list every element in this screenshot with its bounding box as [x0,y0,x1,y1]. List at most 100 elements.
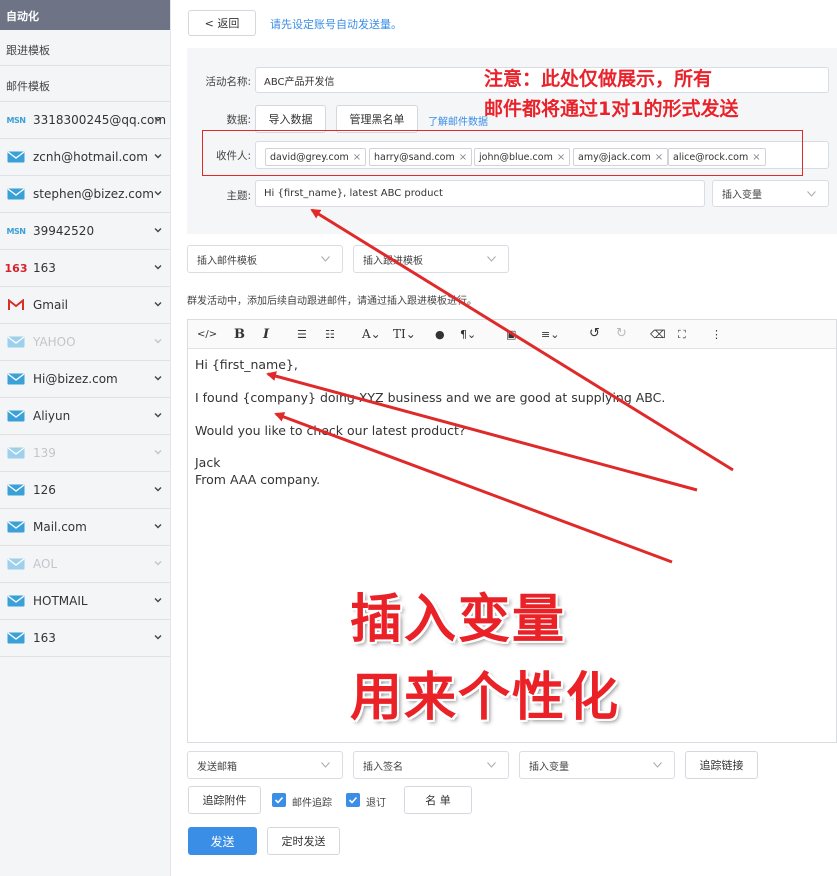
send-button[interactable]: 发送 [188,827,257,855]
sidebar-item-followup-template[interactable]: 跟进模板 [0,30,170,66]
chevron-down-icon[interactable] [154,374,162,382]
subject-input[interactable]: Hi {first_name}, latest ABC product [255,180,705,207]
undo-icon[interactable]: ↺ [589,326,600,341]
sidebar-account-list: MSN 3318300245@qq.com zcnh@hotmail.com step… [0,102,170,657]
account-icon-wrap [6,631,26,645]
unordered-list-icon[interactable]: ☰ [297,328,307,341]
eraser-icon[interactable]: ⌫ [650,328,666,341]
envelope-icon [7,521,25,533]
track-attachment-button[interactable]: 追踪附件 [188,786,261,814]
sidebar-account-item[interactable]: MSN 39942520 [0,213,170,250]
sidebar-account-item[interactable]: YAHOO [0,324,170,361]
sidebar-account-item[interactable]: 163 [0,620,170,657]
editor-line-intro: I found {company} doing XYZ business and… [195,390,666,405]
sidebar-account-item[interactable]: stephen@bizez.com [0,176,170,213]
chevron-down-icon[interactable] [154,633,162,641]
chevron-down-icon[interactable] [154,300,162,308]
sidebar-account-label: HOTMAIL [33,594,88,608]
ordered-list-icon[interactable]: ☷ [325,328,335,341]
sidebar-account-item[interactable]: MSN 3318300245@qq.com [0,102,170,139]
sidebar-account-item[interactable]: Aliyun [0,398,170,435]
main-content: < 返回 请先设定账号自动发送量。 活动名称: ABC产品开发信 数据: 导入数… [171,0,837,876]
sidebar-account-item[interactable]: AOL [0,546,170,583]
fullscreen-icon[interactable]: ⛶ [678,328,686,342]
chevron-down-icon [807,190,816,197]
back-button[interactable]: < 返回 [188,10,256,36]
sidebar-account-item[interactable]: Hi@bizez.com [0,361,170,398]
sidebar-account-item[interactable]: 163 163 [0,250,170,287]
msn-icon: MSN [6,226,26,236]
annotation-note-line1: 注意：此处仅做展示，所有 [484,68,713,90]
list-button[interactable]: 名 单 [404,786,472,814]
envelope-icon [7,188,25,200]
mail-tracking-checkbox[interactable] [272,793,286,807]
schedule-send-button[interactable]: 定时发送 [267,827,340,855]
chevron-down-icon[interactable] [154,559,162,567]
app-root: 自动化 跟进模板 邮件模板 MSN 3318300245@qq.com zcnh@h… [0,0,837,876]
sidebar-account-item[interactable]: Mail.com [0,509,170,546]
mail-editor[interactable]: </> B I ☰ ☷ A⌄ TI⌄ ● ¶⌄ ▣ ≡⌄ ↺ ↻ ⌫ ⛶ ⋮ H… [187,319,837,743]
image-icon[interactable]: ▣ [506,328,516,341]
sidebar-account-label: 163 [33,631,56,645]
account-icon-wrap [6,520,26,534]
redo-icon[interactable]: ↻ [616,326,627,341]
envelope-icon [7,410,25,422]
sidebar-header[interactable]: 自动化 [0,0,170,30]
overlay-insert-variable-text: 插入变量 [350,590,567,650]
sidebar-account-label: AOL [33,557,58,571]
followup-hint-text: 群发活动中，添加后续自动跟进邮件，请通过插入跟进模板进行。 [187,296,477,307]
sidebar-account-label: zcnh@hotmail.com [33,150,148,164]
footer-insert-variable-select[interactable]: 插入变量 [519,751,675,779]
sidebar-account-item[interactable]: zcnh@hotmail.com [0,139,170,176]
manage-blacklist-button[interactable]: 管理黑名单 [336,105,418,133]
insert-mail-template-select[interactable]: 插入邮件模板 [187,245,343,273]
editor-line-signature-name: Jack [195,455,221,470]
chevron-down-icon[interactable] [154,337,162,345]
sidebar-item-mail-template[interactable]: 邮件模板 [0,66,170,102]
sidebar-account-item[interactable]: 126 [0,472,170,509]
import-data-button[interactable]: 导入数据 [255,105,326,133]
bold-icon[interactable]: B [234,327,245,342]
insert-signature-select[interactable]: 插入签名 [353,751,509,779]
sidebar-account-item[interactable]: Gmail [0,287,170,324]
envelope-icon [7,484,25,496]
chevron-down-icon [487,256,496,262]
chevron-down-icon[interactable] [154,189,162,197]
text-style-icon[interactable]: TI⌄ [393,327,416,341]
code-view-icon[interactable]: </> [197,329,217,340]
chevron-down-icon[interactable] [154,263,162,271]
envelope-icon [7,558,25,570]
insert-followup-template-select[interactable]: 插入跟进模板 [353,245,509,273]
chevron-down-icon[interactable] [154,596,162,604]
chevron-down-icon[interactable] [154,226,162,234]
envelope-icon [7,336,25,348]
chevron-down-icon[interactable] [154,411,162,419]
account-icon-wrap: MSN [6,113,26,127]
subject-label: 主题: [226,190,251,202]
chevron-down-icon[interactable] [154,485,162,493]
envelope-icon [7,632,25,644]
send-mailbox-select[interactable]: 发送邮箱 [187,751,343,779]
chevron-down-icon[interactable] [154,152,162,160]
color-drop-icon[interactable]: ● [435,328,445,341]
chevron-down-icon [653,762,662,768]
subject-insert-variable-select[interactable]: 插入变量 [712,180,829,207]
align-icon[interactable]: ≡⌄ [541,328,559,341]
notice-link[interactable]: 请先设定账号自动发送量。 [270,16,402,32]
chevron-down-icon[interactable] [154,115,162,123]
chevron-down-icon[interactable] [154,448,162,456]
chevron-down-icon[interactable] [154,522,162,530]
account-icon-wrap [6,483,26,497]
paragraph-icon[interactable]: ¶⌄ [460,328,476,341]
sidebar-account-label: 39942520 [33,224,95,238]
chevron-down-icon [487,762,496,768]
track-link-button[interactable]: 追踪链接 [685,751,758,779]
more-icon[interactable]: ⋮ [711,328,722,341]
unsubscribe-checkbox[interactable] [346,793,360,807]
sidebar-account-label: 3318300245@qq.com [33,113,167,127]
italic-icon[interactable]: I [263,327,269,342]
font-size-icon[interactable]: A⌄ [362,327,381,341]
sidebar-account-item[interactable]: HOTMAIL [0,583,170,620]
sidebar-account-item[interactable]: 139 [0,435,170,472]
learn-mail-data-link[interactable]: 了解邮件数据 [428,113,488,128]
